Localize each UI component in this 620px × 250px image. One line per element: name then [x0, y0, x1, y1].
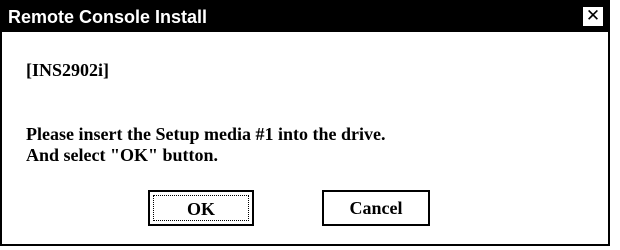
install-dialog: Remote Console Install ✕ [INS2902i] Plea…	[0, 0, 610, 246]
message-text: Please insert the Setup media #1 into th…	[26, 124, 385, 166]
ok-button-label: OK	[153, 195, 249, 221]
cancel-button[interactable]: Cancel	[322, 190, 430, 226]
message-line-1: Please insert the Setup media #1 into th…	[26, 124, 386, 144]
window-title: Remote Console Install	[8, 7, 208, 27]
message-line-2: And select "OK" button.	[26, 145, 218, 165]
ok-button[interactable]: OK	[148, 190, 254, 226]
title-bar[interactable]: Remote Console Install ✕	[2, 2, 608, 32]
message-code: [INS2902i]	[26, 60, 110, 80]
close-icon[interactable]: ✕	[582, 6, 604, 27]
dialog-body: [INS2902i] Please insert the Setup media…	[2, 32, 608, 244]
